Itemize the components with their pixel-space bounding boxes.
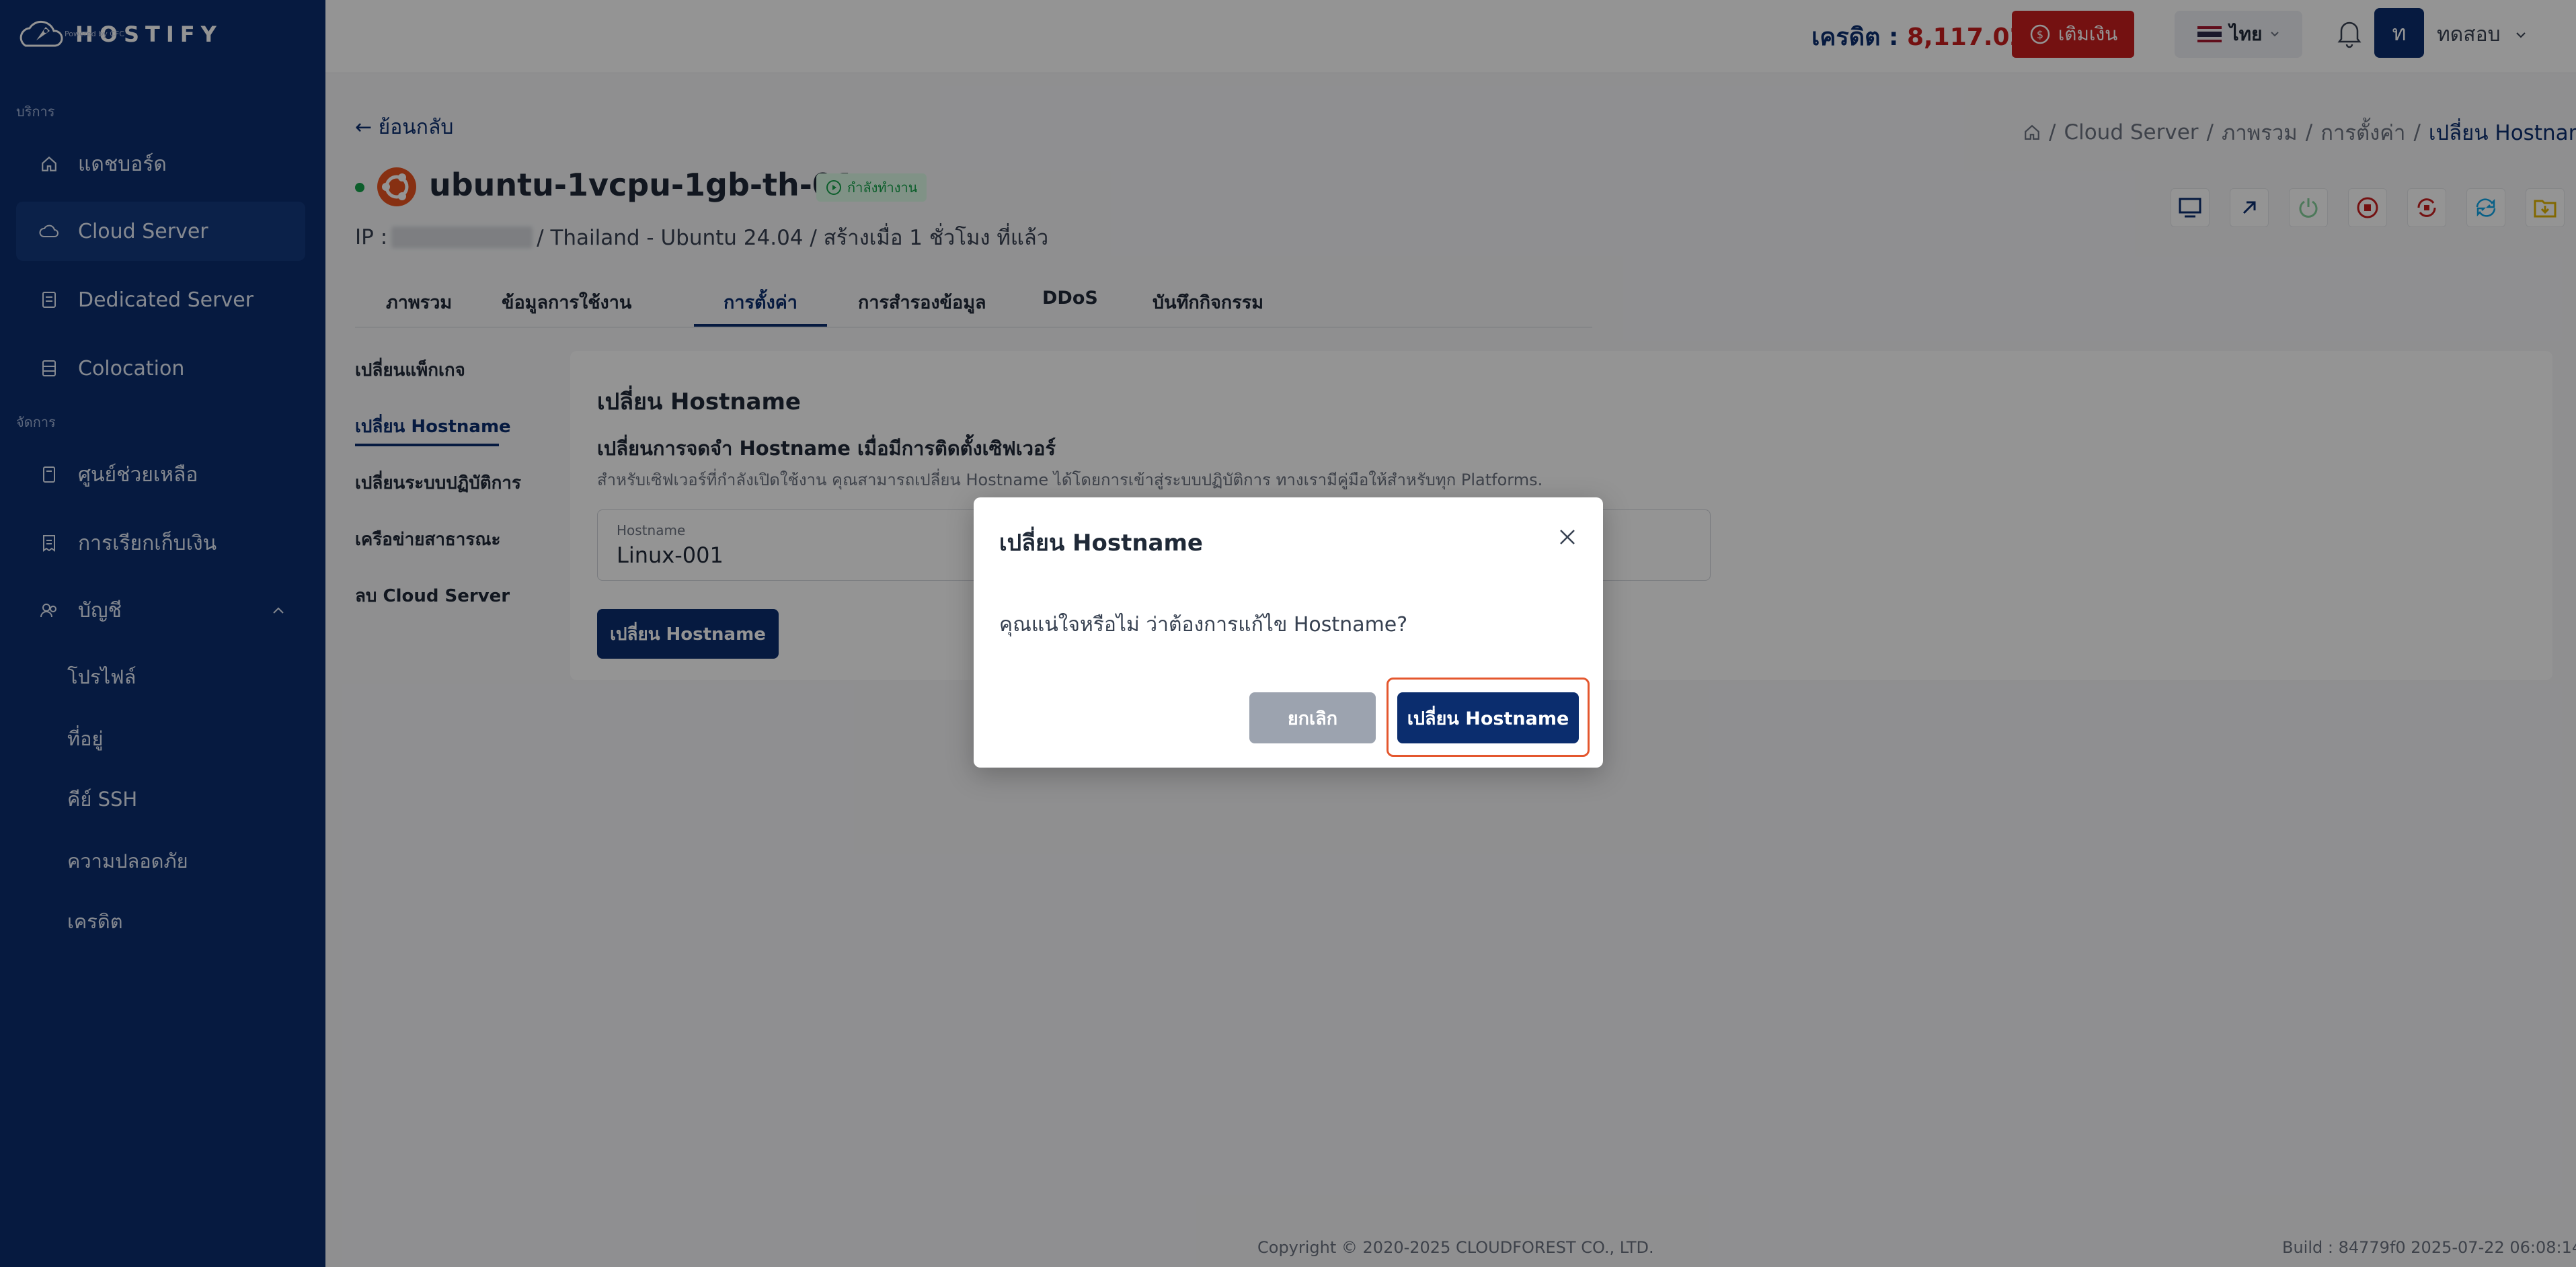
- dialog-message: คุณแน่ใจหรือไม่ ว่าต้องการแก้ไข Hostname…: [999, 613, 1408, 637]
- confirm-dialog: เปลี่ยน Hostname คุณแน่ใจหรือไม่ ว่าต้อง…: [974, 497, 1603, 768]
- close-icon[interactable]: [1557, 527, 1577, 547]
- confirm-change-hostname-button[interactable]: เปลี่ยน Hostname: [1397, 692, 1579, 743]
- cancel-button[interactable]: ยกเลิก: [1249, 692, 1376, 743]
- dialog-title: เปลี่ยน Hostname: [999, 530, 1203, 557]
